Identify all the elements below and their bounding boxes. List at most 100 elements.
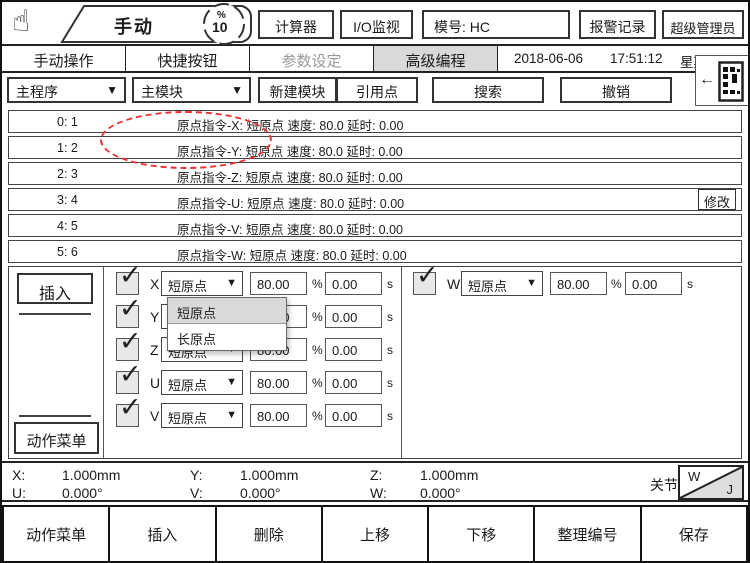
- axis-letter: U: [150, 375, 160, 391]
- axis-value: 1.000mm: [62, 467, 120, 483]
- axis-letter: Y: [150, 309, 159, 325]
- tab-quick-buttons[interactable]: 快捷按钮: [126, 46, 250, 71]
- renumber-button[interactable]: 整理编号: [533, 505, 641, 563]
- speed-input-u[interactable]: 80.00: [250, 371, 307, 394]
- command-editor: 插入 动作菜单 ✓ X 短原点 ▼ 80.00 % 0.00 s ✓ Y 短原点…: [8, 266, 742, 459]
- axis-row-u: ✓ U 短原点 ▼ 80.00 % 0.00 s: [9, 370, 401, 396]
- axis-label: Z:: [370, 467, 382, 483]
- axis-label: X:: [12, 467, 25, 483]
- io-monitor-button[interactable]: I/O监视: [340, 10, 413, 39]
- program-select[interactable]: 主程序 ▼: [7, 77, 126, 103]
- percent-label: %: [312, 376, 323, 390]
- dropdown-value: 短原点: [468, 276, 507, 295]
- seconds-label: s: [387, 409, 393, 423]
- chevron-down-icon: ▼: [526, 277, 537, 289]
- axis-value: 1.000mm: [240, 467, 298, 483]
- new-module-button[interactable]: 新建模块: [258, 77, 337, 103]
- tab-parameter-settings[interactable]: 参数设定: [250, 46, 374, 71]
- mode-banner[interactable]: 手动 % 10: [54, 3, 254, 45]
- percent-label: %: [611, 277, 622, 291]
- axis-checkbox-y[interactable]: ✓: [116, 305, 139, 328]
- delay-input-x[interactable]: 0.00: [325, 272, 382, 295]
- axis-value: 1.000mm: [420, 467, 478, 483]
- matrix-icon: [718, 61, 744, 102]
- axis-label: Y:: [190, 467, 202, 483]
- axis-letter: W: [447, 276, 460, 292]
- program-row[interactable]: 4: 5 原点指令-V: 短原点 速度: 80.0 延时: 0.00: [8, 214, 742, 237]
- delay-input-z[interactable]: 0.00: [325, 338, 382, 361]
- tab-advanced-programming[interactable]: 高级编程: [374, 46, 498, 71]
- hand-mode-icon: ☝: [12, 4, 30, 39]
- tab-manual-operation[interactable]: 手动操作: [2, 46, 126, 71]
- super-admin-button[interactable]: 超级管理员: [662, 10, 744, 39]
- speed-input-v[interactable]: 80.00: [250, 404, 307, 427]
- dropdown-value: 短原点: [168, 375, 207, 394]
- axis-checkbox-x[interactable]: ✓: [116, 272, 139, 295]
- time-text: 17:51:12: [610, 51, 663, 66]
- dropdown-value: 短原点: [168, 408, 207, 427]
- search-button[interactable]: 搜索: [432, 77, 544, 103]
- axis-row-w: ✓ W 短原点 ▼ 80.00 % 0.00 s: [407, 271, 707, 297]
- program-row[interactable]: 3: 4 原点指令-U: 短原点 速度: 80.0 延时: 0.00 修改: [8, 188, 742, 211]
- delay-input-y[interactable]: 0.00: [325, 305, 382, 328]
- row-content: 原点指令-V: 短原点 速度: 80.0 延时: 0.00: [177, 219, 403, 238]
- axis-letter: V: [150, 408, 159, 424]
- move-down-button[interactable]: 下移: [427, 505, 535, 563]
- percent-label: %: [312, 343, 323, 357]
- undo-button[interactable]: 撤销: [560, 77, 672, 103]
- axis-label: W:: [370, 485, 387, 501]
- seconds-label: s: [387, 310, 393, 324]
- row-index: 1: 2: [57, 141, 78, 155]
- mode-label: 手动: [114, 13, 154, 39]
- axis-checkbox-w[interactable]: ✓: [413, 272, 436, 295]
- delay-input-v[interactable]: 0.00: [325, 404, 382, 427]
- origin-type-dropdown-v[interactable]: 短原点 ▼: [161, 403, 243, 428]
- axis-checkbox-v[interactable]: ✓: [116, 404, 139, 427]
- chevron-down-icon: ▼: [226, 376, 237, 388]
- reference-point-button[interactable]: 引用点: [336, 77, 418, 103]
- keypad-shortcut-button[interactable]: ←: [695, 55, 749, 106]
- row-index: 5: 6: [57, 245, 78, 259]
- alarm-record-button[interactable]: 报警记录: [579, 10, 656, 39]
- speed-input-w[interactable]: 80.00: [550, 272, 607, 295]
- module-select[interactable]: 主模块 ▼: [132, 77, 251, 103]
- program-row[interactable]: 2: 3 原点指令-Z: 短原点 速度: 80.0 延时: 0.00: [8, 162, 742, 185]
- dropdown-option-short-origin[interactable]: 短原点: [168, 298, 286, 324]
- save-button[interactable]: 保存: [640, 505, 748, 563]
- program-toolbar: 主程序 ▼ 主模块 ▼ 新建模块 引用点 搜索 撤销: [2, 75, 748, 106]
- coord-system-toggle[interactable]: W J: [678, 465, 744, 500]
- coord-toggle-bottom-label: J: [727, 482, 734, 497]
- row-index: 0: 1: [57, 115, 78, 129]
- axis-label: V:: [190, 485, 203, 501]
- check-icon: ✓: [119, 361, 142, 388]
- speed-value: 10: [212, 19, 228, 35]
- origin-type-dropdown-x[interactable]: 短原点 ▼: [161, 271, 243, 296]
- delete-button[interactable]: 删除: [215, 505, 323, 563]
- check-icon: ✓: [119, 262, 142, 289]
- dropdown-value: 短原点: [168, 276, 207, 295]
- origin-type-dropdown-u[interactable]: 短原点 ▼: [161, 370, 243, 395]
- modify-button[interactable]: 修改: [698, 189, 736, 210]
- move-up-button[interactable]: 上移: [321, 505, 429, 563]
- program-list: 0: 1 原点指令-X: 短原点 速度: 80.0 延时: 0.00 1: 2 …: [8, 110, 742, 266]
- delay-input-w[interactable]: 0.00: [625, 272, 682, 295]
- axis-letter: Z: [150, 342, 159, 358]
- axis-checkbox-u[interactable]: ✓: [116, 371, 139, 394]
- calculator-button[interactable]: 计算器: [258, 10, 334, 39]
- insert-button-bottom[interactable]: 插入: [108, 505, 216, 563]
- speed-input-x[interactable]: 80.00: [250, 272, 307, 295]
- row-content: 原点指令-W: 短原点 速度: 80.0 延时: 0.00: [177, 245, 407, 264]
- row-content: 原点指令-U: 短原点 速度: 80.0 延时: 0.00: [177, 193, 404, 212]
- axis-checkbox-z[interactable]: ✓: [116, 338, 139, 361]
- module-select-value: 主模块: [141, 82, 183, 102]
- action-menu-button-bottom[interactable]: 动作菜单: [2, 505, 110, 563]
- check-icon: ✓: [119, 295, 142, 322]
- bottom-button-bar: 动作菜单 插入 删除 上移 下移 整理编号 保存: [2, 505, 748, 563]
- origin-type-open-dropdown: 短原点 长原点: [167, 297, 287, 351]
- axis-label: U:: [12, 485, 26, 501]
- delay-input-u[interactable]: 0.00: [325, 371, 382, 394]
- dropdown-option-long-origin[interactable]: 长原点: [168, 324, 286, 350]
- origin-type-dropdown-w[interactable]: 短原点 ▼: [461, 271, 543, 296]
- axis-row-x: ✓ X 短原点 ▼ 80.00 % 0.00 s: [9, 271, 401, 297]
- model-number-field[interactable]: 模号: HC: [422, 10, 570, 39]
